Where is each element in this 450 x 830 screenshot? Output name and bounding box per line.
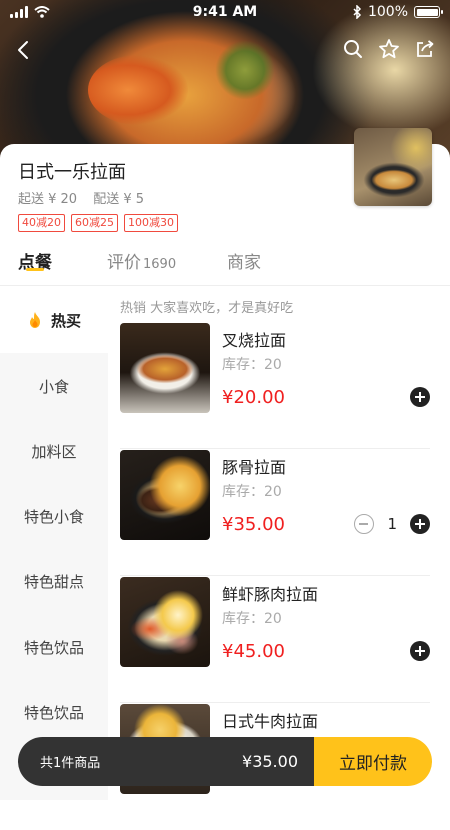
shop-name: 日式一乐拉面 [18,162,126,183]
sidebar-item-special-snacks[interactable]: 特色小食 [0,483,108,549]
food-item[interactable]: 豚骨拉面 库存：20 ¥35.00 1 [120,450,430,576]
tab-reviews-label: 评价 [107,253,141,273]
food-item[interactable]: 鲜虾豚肉拉面 库存：20 ¥45.00 [120,577,430,703]
sidebar-item-special-drinks-2[interactable]: 特色饮品 [0,679,108,745]
cart-bar: 共1件商品 ¥35.00 立即付款 [18,737,432,786]
battery-percent: 100% [367,4,408,20]
sidebar-item-toppings[interactable]: 加料区 [0,418,108,484]
food-name: 日式牛肉拉面 [222,712,319,731]
food-stock: 库存：20 [222,357,282,373]
share-icon[interactable] [414,38,436,60]
bluetooth-icon [353,5,362,19]
status-right: 100% [352,4,443,20]
tab-active-indicator [26,268,44,271]
battery-icon [414,6,443,18]
add-to-cart-button[interactable] [410,387,430,407]
food-image [120,450,210,540]
status-left [10,6,50,18]
search-icon[interactable] [342,38,364,60]
add-to-cart-button[interactable] [410,514,430,534]
add-to-cart-button[interactable] [410,641,430,661]
sidebar-item-label: 加料区 [31,442,77,461]
food-item[interactable]: 叉烧拉面 库存：20 ¥20.00 [120,323,430,449]
food-price: ¥35.00 [222,514,285,535]
sidebar-item-hot[interactable]: 热买 [0,287,108,353]
delivery-fee: 配送 ¥ 5 [93,192,145,207]
list-section-header: 热销 大家喜欢吃，才是真好吃 [120,301,294,316]
hero-greens-decoration [215,40,275,100]
back-button[interactable] [12,38,36,62]
star-icon[interactable] [378,38,400,60]
status-time: 9:41 AM [192,4,258,20]
cart-summary[interactable]: 共1件商品 ¥35.00 [18,737,314,786]
sidebar-item-snacks[interactable]: 小食 [0,353,108,419]
food-price: ¥20.00 [222,387,285,408]
fire-icon [29,312,40,328]
sidebar-item-label: 特色饮品 [23,703,84,722]
cart-item-count: 共1件商品 [40,756,101,771]
shop-meta: 起送 ¥ 20 配送 ¥ 5 [18,188,144,207]
food-price: ¥45.00 [222,641,285,662]
header-actions [342,38,436,60]
pay-now-button[interactable]: 立即付款 [314,737,432,786]
promo-badge: 60减25 [71,214,118,232]
food-image [120,323,210,413]
wifi-icon [34,6,50,18]
sidebar-item-special-desserts[interactable]: 特色甜点 [0,548,108,614]
shop-thumbnail[interactable] [354,128,432,206]
tab-merchant-label: 商家 [227,253,261,273]
food-stock: 库存：20 [222,484,282,500]
min-order: 起送 ¥ 20 [18,192,78,207]
tab-reviews[interactable]: 评价 1690 [107,248,176,273]
sidebar-item-label: 特色甜点 [23,572,84,591]
promo-badge: 40减20 [18,214,65,232]
food-name: 鲜虾豚肉拉面 [222,585,319,604]
promo-badge: 100减30 [124,214,178,232]
sidebar-item-label: 小食 [38,377,69,396]
sidebar-item-special-drinks[interactable]: 特色饮品 [0,614,108,680]
promo-list: 40减20 60减25 100减30 [18,214,178,232]
food-stock: 库存：20 [222,611,282,627]
sidebar-item-label: 热买 [50,311,81,330]
tab-reviews-count: 1690 [143,257,177,272]
category-sidebar: 热买 小食 加料区 特色小食 特色甜点 特色饮品 特色饮品 [0,287,108,800]
cart-total: ¥35.00 [242,752,298,771]
sidebar-item-label: 特色饮品 [23,638,84,657]
signal-icon [10,6,28,18]
hero-shrimp-decoration [88,55,188,125]
tab-merchant[interactable]: 商家 [227,248,261,273]
item-quantity: 1 [387,515,397,533]
sidebar-item-label: 特色小食 [23,507,84,526]
remove-from-cart-button[interactable] [354,514,374,534]
food-image [120,577,210,667]
battery-fill [416,8,438,16]
status-bar: 9:41 AM 100% [0,0,450,24]
tab-bar: 点餐 评价 1690 商家 [0,246,450,286]
food-name: 豚骨拉面 [222,458,287,477]
food-name: 叉烧拉面 [222,331,287,350]
